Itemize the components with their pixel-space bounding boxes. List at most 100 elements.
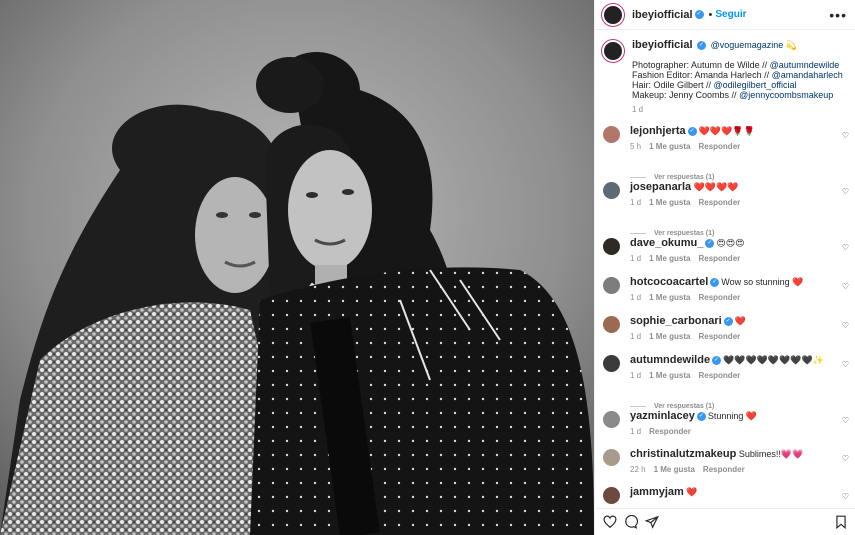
post-caption: ibeyiofficial ✓ @voguemagazine 💫 Photogr… — [595, 30, 855, 121]
comment-item: jammyjam ❤️ ♡ — [595, 487, 855, 504]
commenter-avatar[interactable] — [603, 238, 620, 255]
view-replies-button[interactable]: Ver respuestas (1) — [595, 174, 714, 181]
caption-first-line: ibeyiofficial ✓ @voguemagazine 💫 — [632, 39, 843, 51]
credit-role: Makeup: Jenny Coombs // — [632, 90, 740, 101]
commenter-avatar[interactable] — [603, 277, 620, 294]
heart-icon[interactable] — [603, 515, 617, 529]
post-header: ibeyiofficial ✓ • Seguir ••• — [595, 0, 855, 30]
like-comment-icon[interactable]: ♡ — [842, 454, 849, 463]
comment-likes[interactable]: 1 Me gusta — [649, 198, 690, 207]
comment-icon[interactable] — [624, 515, 638, 529]
credit-handle[interactable]: @odilegilbert_official — [714, 80, 797, 90]
reply-button[interactable]: Responder — [698, 371, 740, 380]
comment-text: 😍😍😍 — [716, 238, 745, 248]
verified-icon: ✓ — [710, 278, 720, 288]
credit-role: Photographer: Autumn de Wilde // — [632, 60, 770, 71]
credit-role: Hair: Odile Gilbert // — [632, 80, 714, 91]
verified-icon: ✓ — [705, 239, 715, 249]
comment-body: dave_okumu_ ✓ 😍😍😍 1 d 1 Me gusta Responder — [630, 238, 848, 264]
caption-time: 1 d — [632, 105, 644, 115]
commenter-avatar[interactable] — [603, 487, 620, 504]
comment-meta: 5 h 1 Me gusta Responder — [630, 142, 848, 152]
comment-body: hotcocoacartel ✓ Wow so stunning ❤️ 1 d 1 Me… — [630, 277, 848, 303]
caption-username[interactable]: ibeyiofficial — [632, 39, 693, 51]
comment-likes[interactable]: 1 Me gusta — [649, 293, 690, 302]
reply-button[interactable]: Responder — [698, 332, 740, 341]
comment-username[interactable]: lejonhjerta — [630, 125, 686, 137]
comment-username[interactable]: hotcocoacartel — [630, 276, 708, 288]
credit-handle[interactable]: @autumndewilde — [770, 60, 840, 70]
view-replies-button[interactable]: Ver respuestas (1) — [595, 230, 714, 237]
comment-meta: 1 d Responder — [630, 427, 848, 437]
comment-body: josepanarla ❤️❤️❤️❤️ 1 d 1 Me gusta Respond… — [630, 182, 848, 208]
credit-role: Fashion Editor: Amanda Harlech // — [632, 70, 772, 81]
credit-handle[interactable]: @jennycoombsmakeup — [739, 90, 833, 100]
like-comment-icon[interactable]: ♡ — [842, 492, 849, 501]
reply-button[interactable]: Responder — [698, 142, 740, 151]
caption-emoji: 💫 — [785, 40, 797, 50]
post-photo[interactable] — [0, 0, 594, 535]
comment-username[interactable]: josepanarla — [630, 181, 691, 193]
like-comment-icon[interactable]: ♡ — [842, 321, 849, 330]
comment-item: hotcocoacartel ✓ Wow so stunning ❤️ 1 d 1 Me… — [595, 277, 855, 303]
comment-likes[interactable]: 1 Me gusta — [654, 465, 695, 474]
comment-item: josepanarla ❤️❤️❤️❤️ 1 d 1 Me gusta Respond… — [595, 182, 855, 208]
more-options-icon[interactable]: ••• — [829, 7, 847, 23]
comment-username[interactable]: christinalutzmakeup — [630, 448, 736, 460]
reply-button[interactable]: Responder — [649, 427, 691, 436]
bookmark-icon[interactable] — [834, 515, 848, 529]
comment-likes[interactable]: 1 Me gusta — [649, 142, 690, 151]
comment-item: sophie_carbonari ✓ ❤️ 1 d 1 Me gusta Responde… — [595, 316, 855, 342]
comment-meta: 1 d 1 Me gusta Responder — [630, 198, 848, 208]
comment-item: christinalutzmakeup Sublimes!!💗💗 22 h 1 Me… — [595, 449, 855, 475]
caption-body: ibeyiofficial ✓ @voguemagazine 💫 Photogr… — [632, 40, 843, 115]
comment-time: 1 d — [630, 254, 642, 264]
commenter-avatar[interactable] — [603, 449, 620, 466]
comment-time: 22 h — [630, 465, 646, 474]
verified-icon: ✓ — [696, 412, 706, 422]
comment-text: ❤️ — [734, 316, 746, 326]
comment-body: sophie_carbonari ✓ ❤️ 1 d 1 Me gusta Responde… — [630, 316, 848, 342]
author-username[interactable]: ibeyiofficial — [632, 9, 693, 21]
commenter-avatar[interactable] — [603, 126, 620, 143]
commenter-avatar[interactable] — [603, 411, 620, 428]
comment-meta: 1 d 1 Me gusta Responder — [630, 254, 848, 264]
commenter-avatar[interactable] — [603, 316, 620, 333]
like-comment-icon[interactable]: ♡ — [842, 187, 849, 196]
commenter-avatar[interactable] — [603, 182, 620, 199]
view-replies-button[interactable]: Ver respuestas (1) — [595, 403, 714, 410]
comment-username[interactable]: autumndewilde — [630, 354, 710, 366]
reply-button[interactable]: Responder — [698, 254, 740, 263]
reply-button[interactable]: Responder — [703, 465, 745, 474]
comment-username[interactable]: yazminlacey — [630, 410, 695, 422]
comment-time: 1 d — [630, 198, 642, 207]
author-avatar[interactable] — [602, 3, 624, 26]
comment-meta: 1 d 1 Me gusta Responder — [630, 371, 848, 381]
comment-likes[interactable]: 1 Me gusta — [649, 254, 690, 263]
caption-mention[interactable]: @voguemagazine — [711, 40, 784, 50]
comment-username[interactable]: sophie_carbonari — [630, 315, 722, 327]
like-comment-icon[interactable]: ♡ — [842, 131, 849, 140]
comment-username[interactable]: jammyjam — [630, 486, 684, 498]
share-icon[interactable] — [645, 515, 659, 529]
like-comment-icon[interactable]: ♡ — [842, 243, 849, 252]
verified-icon: ✓ — [694, 10, 704, 19]
comment-text: Wow so stunning ❤️ — [721, 277, 804, 287]
caption-credit-line: Makeup: Jenny Coombs // @jennycoombsmake… — [632, 90, 843, 100]
comment-body: autumndewilde ✓ 🖤🖤🖤🖤🖤🖤🖤🖤✨ 1 d 1 Me gusta Resp… — [630, 355, 848, 381]
comment-likes[interactable]: 1 Me gusta — [649, 371, 690, 380]
verified-icon: ✓ — [697, 41, 707, 51]
like-comment-icon[interactable]: ♡ — [842, 282, 849, 291]
like-comment-icon[interactable]: ♡ — [842, 360, 849, 369]
comment-username[interactable]: dave_okumu_ — [630, 237, 703, 249]
reply-button[interactable]: Responder — [698, 198, 740, 207]
comment-likes[interactable]: 1 Me gusta — [649, 332, 690, 341]
verified-icon: ✓ — [712, 356, 722, 366]
comment-meta: 22 h 1 Me gusta Responder — [630, 465, 848, 475]
commenter-avatar[interactable] — [603, 355, 620, 372]
reply-button[interactable]: Responder — [698, 293, 740, 302]
caption-avatar[interactable] — [602, 40, 624, 62]
credit-handle[interactable]: @amandaharlech — [772, 70, 843, 80]
like-comment-icon[interactable]: ♡ — [842, 416, 849, 425]
follow-button[interactable]: Seguir — [715, 9, 746, 20]
